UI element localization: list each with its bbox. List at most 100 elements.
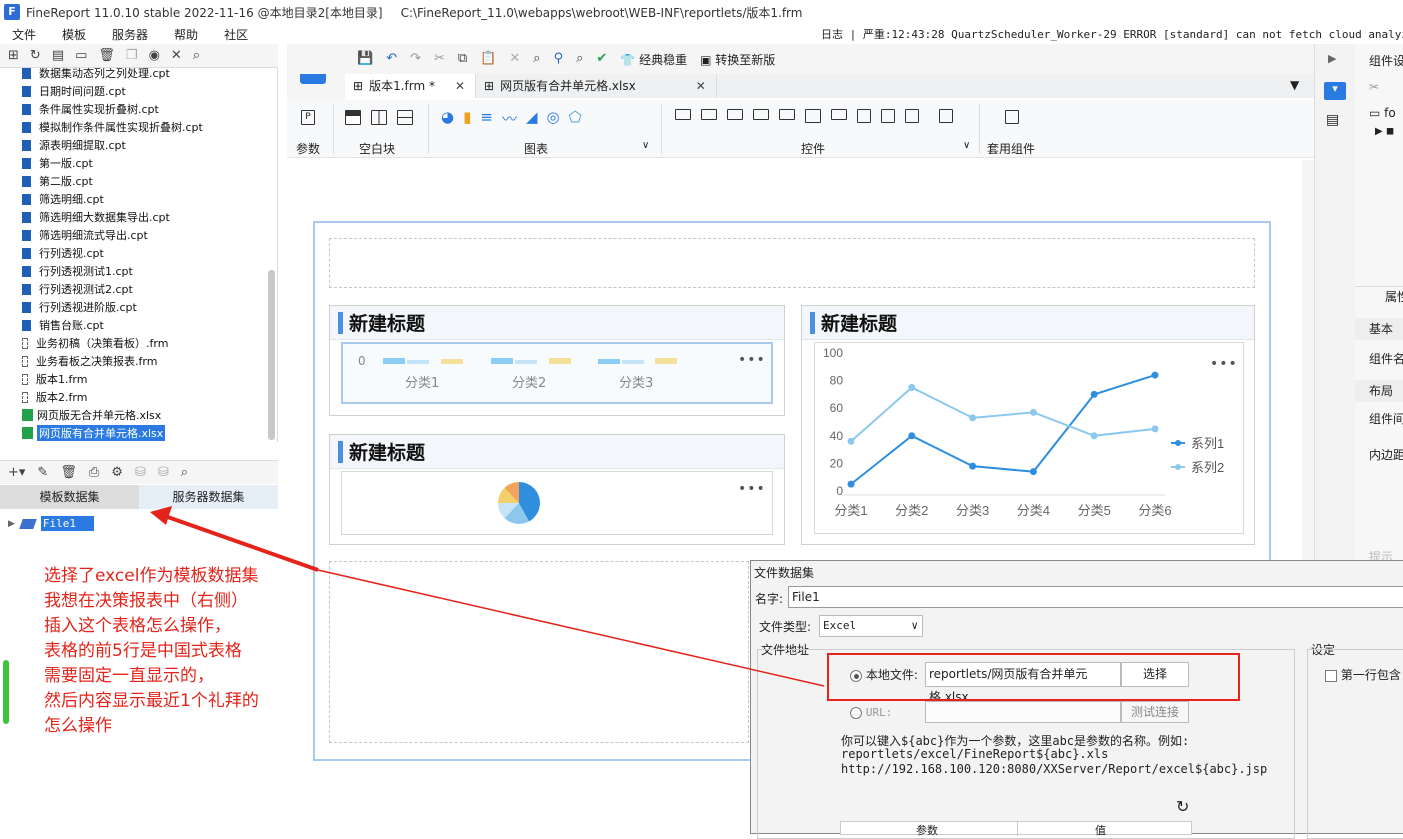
- tab-menu-icon[interactable]: ▼: [1290, 78, 1299, 92]
- blank-placeholder-bottom[interactable]: [329, 561, 749, 743]
- area-chart-icon[interactable]: ◢: [526, 108, 538, 129]
- menu-community[interactable]: 社区: [224, 26, 262, 43]
- preview-icon[interactable]: ⎙: [89, 465, 99, 480]
- tree-node[interactable]: ▭ fo: [1369, 106, 1396, 120]
- copy-icon[interactable]: ❐: [126, 48, 138, 63]
- gauge-chart-icon[interactable]: ◎: [547, 108, 560, 129]
- file-tree-item[interactable]: 第一版.cpt: [0, 154, 277, 172]
- component-settings-icon[interactable]: ▾: [1324, 82, 1346, 100]
- copy-tool-icon[interactable]: ⧉: [458, 52, 467, 66]
- file-tree-item[interactable]: 网页版无合并单元格.xlsx: [0, 406, 277, 424]
- panel-attr-tab[interactable]: 属性: [1385, 288, 1403, 305]
- dropdown-tree-icon[interactable]: [779, 109, 795, 120]
- database-icon[interactable]: ⛁: [135, 465, 146, 480]
- file-tree-item[interactable]: 源表明细提取.cpt: [0, 136, 277, 154]
- file-tree-item[interactable]: 条件属性实现折叠树.cpt: [0, 100, 277, 118]
- split-layout-icon[interactable]: [397, 110, 413, 125]
- dataset-search-icon[interactable]: ⌕: [181, 465, 188, 480]
- first-row-checkbox[interactable]: [1325, 669, 1337, 682]
- collapse-icon[interactable]: ✕: [171, 48, 182, 63]
- param-icon[interactable]: P: [301, 110, 315, 125]
- tab-version1[interactable]: ⊞ 版本1.frm * ✕: [345, 74, 477, 98]
- menu-template[interactable]: 模板: [62, 26, 100, 43]
- delete-icon[interactable]: 🗑: [98, 48, 115, 63]
- url-option[interactable]: URL:: [850, 705, 892, 719]
- textarea-icon[interactable]: [857, 109, 871, 123]
- component-icon[interactable]: [1005, 110, 1019, 124]
- check-template-icon[interactable]: ⌕: [576, 52, 583, 66]
- rename-icon[interactable]: ▭: [75, 48, 87, 63]
- cut-icon[interactable]: ✂: [1369, 80, 1379, 94]
- clear-icon[interactable]: ✕: [509, 52, 520, 66]
- bar-chart-icon[interactable]: ▮: [463, 108, 471, 129]
- bar-chart-area[interactable]: 0 分类1 分类2 分类3: [341, 342, 773, 404]
- layout-section[interactable]: 布局: [1369, 382, 1393, 399]
- file-tree-item[interactable]: 日期时间问题.cpt: [0, 82, 277, 100]
- convert-new-version-button[interactable]: ▣ 转换至新版: [700, 51, 775, 68]
- tab-xlsx[interactable]: ⊞ 网页版有合并单元格.xlsx ✕: [476, 74, 717, 98]
- layout-icon[interactable]: ▤: [1326, 112, 1339, 128]
- undo-icon[interactable]: ↶: [386, 52, 397, 66]
- file-tree-item[interactable]: 行列透视测试2.cpt: [0, 280, 277, 298]
- paste-icon[interactable]: 📋: [480, 52, 496, 66]
- dataset-settings-icon[interactable]: ⚙: [111, 465, 123, 480]
- file-tree-item[interactable]: 销售台账.cpt: [0, 316, 277, 334]
- more-options-icon[interactable]: •••: [1210, 356, 1238, 372]
- pie-chart-area[interactable]: [341, 471, 773, 535]
- line-chart-area[interactable]: 0 20 40 60 80 100 分类1 分类2 分类3 分类4 分类5 分类6 系列1 系列2: [814, 342, 1244, 534]
- file-tree-item[interactable]: 版本1.frm: [0, 370, 277, 388]
- menu-help[interactable]: 帮助: [174, 26, 212, 43]
- first-row-option[interactable]: 第一行包含: [1325, 666, 1401, 683]
- bar-chart-widget[interactable]: 新建标题 0 分类1 分类2 分类3 •••: [329, 305, 785, 416]
- file-tree-item[interactable]: 行列透视进阶版.cpt: [0, 298, 277, 316]
- properties-icon[interactable]: ▤: [52, 48, 64, 63]
- chart-more-icon[interactable]: ∨: [642, 140, 649, 151]
- file-tree-item[interactable]: 行列透视.cpt: [0, 244, 277, 262]
- url-input[interactable]: [925, 701, 1121, 723]
- expand-panel-icon[interactable]: ▶: [1328, 52, 1336, 65]
- tab-template-dataset[interactable]: 模板数据集: [0, 485, 139, 509]
- log-line[interactable]: 日志 | 严重:12:43:28 QuartzScheduler_Worker-…: [821, 26, 1403, 42]
- close-icon[interactable]: ✕: [696, 74, 706, 98]
- pie-chart-widget[interactable]: 新建标题 •••: [329, 434, 785, 545]
- find-icon[interactable]: ⌕: [533, 52, 540, 66]
- file-tree-scrollbar[interactable]: [268, 270, 275, 440]
- file-tree-item[interactable]: 业务看板之决策报表.frm: [0, 352, 277, 370]
- checkbox-group-icon[interactable]: [905, 109, 919, 123]
- database-link-icon[interactable]: ⛁: [158, 465, 169, 480]
- basic-section[interactable]: 基本: [1369, 320, 1393, 337]
- button-icon[interactable]: [727, 109, 743, 120]
- file-tree-item[interactable]: 网页版有合并单元格.xlsx: [0, 424, 277, 442]
- close-icon[interactable]: ✕: [455, 74, 465, 98]
- more-options-icon[interactable]: •••: [738, 481, 766, 497]
- test-connection-button[interactable]: 测试连接: [1121, 701, 1189, 723]
- pie-chart-icon[interactable]: ◕: [441, 108, 454, 129]
- textbox-icon[interactable]: [675, 109, 691, 120]
- file-tree-item[interactable]: 数据集动态列之列处理.cpt: [0, 68, 277, 82]
- tab-server-dataset[interactable]: 服务器数据集: [139, 485, 278, 509]
- delete-dataset-icon[interactable]: 🗑: [60, 465, 77, 480]
- radar-chart-icon[interactable]: ⬠: [569, 108, 582, 129]
- search-icon[interactable]: ⌕: [193, 48, 200, 63]
- cut-icon[interactable]: ✂: [434, 52, 445, 66]
- edit-icon[interactable]: ✎: [37, 465, 48, 480]
- file-type-select[interactable]: Excel ∨: [819, 615, 923, 637]
- file-tree-item[interactable]: 版本2.frm: [0, 388, 277, 406]
- url-radio[interactable]: [850, 706, 862, 719]
- file-tree-item[interactable]: 筛选明细流式导出.cpt: [0, 226, 277, 244]
- search-control-icon[interactable]: [939, 109, 953, 123]
- file-tree-item[interactable]: 业务初稿（决策看板）.frm: [0, 334, 277, 352]
- hbar-chart-icon[interactable]: ≡: [480, 108, 493, 129]
- menu-file[interactable]: 文件: [12, 26, 50, 43]
- label-icon[interactable]: [701, 109, 717, 120]
- radio-group-icon[interactable]: [881, 109, 895, 123]
- file-tree-item[interactable]: 筛选明细.cpt: [0, 190, 277, 208]
- locate-icon[interactable]: ◉: [149, 48, 160, 63]
- line-chart-icon[interactable]: 〰: [502, 108, 517, 129]
- name-input[interactable]: File1: [788, 586, 1403, 608]
- more-options-icon[interactable]: •••: [738, 352, 766, 368]
- refresh-icon[interactable]: ↻: [30, 48, 41, 63]
- tab-layout-icon[interactable]: [371, 110, 387, 125]
- menu-server[interactable]: 服务器: [112, 26, 162, 43]
- control-more-icon[interactable]: ∨: [963, 140, 970, 151]
